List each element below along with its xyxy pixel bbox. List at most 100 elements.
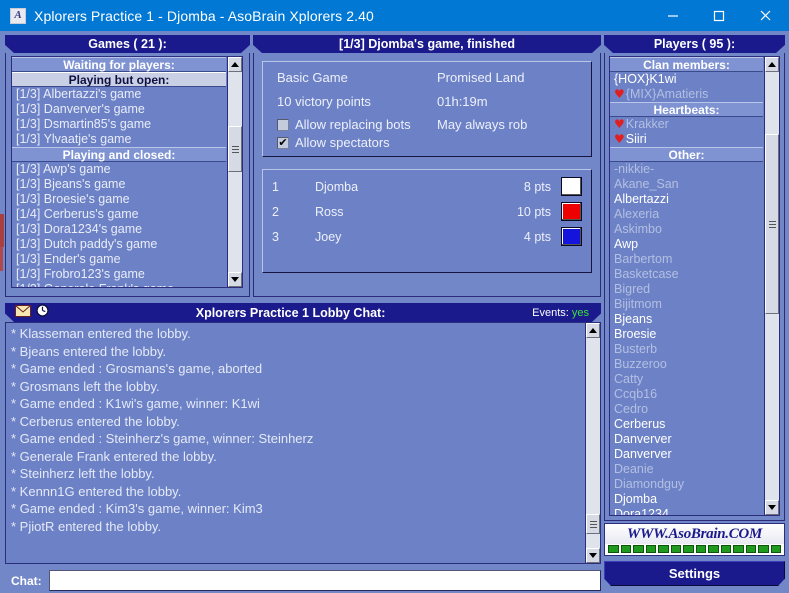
player-list-item[interactable]: Danverver bbox=[610, 432, 763, 447]
chat-events-status[interactable]: Events: yes bbox=[532, 307, 589, 319]
player-list-item[interactable]: Busterb bbox=[610, 342, 763, 357]
chat-line: * Generale Frank entered the lobby. bbox=[11, 448, 217, 464]
player-list-item[interactable]: Bjeans bbox=[610, 312, 763, 327]
players-scroll-track[interactable] bbox=[765, 72, 779, 500]
player-list-item[interactable]: Catty bbox=[610, 372, 763, 387]
player-name: Deanie bbox=[614, 462, 654, 476]
player-name: Catty bbox=[614, 372, 644, 386]
scroll-down-icon[interactable] bbox=[228, 272, 242, 287]
game-list-item[interactable]: [1/3] Bjeans's game bbox=[12, 177, 226, 192]
games-section-header[interactable]: Playing but open: bbox=[12, 72, 226, 87]
game-list-item[interactable]: [1/3] Albertazzi's game bbox=[12, 87, 226, 102]
game-rob-rule: May always rob bbox=[437, 117, 528, 132]
scroll-down-icon[interactable] bbox=[586, 548, 600, 563]
game-list-item[interactable]: [1/3] Awp's game bbox=[12, 162, 226, 177]
player-name: Akane_San bbox=[614, 177, 679, 191]
games-scrollbar[interactable] bbox=[227, 57, 242, 287]
player-list-item[interactable]: Broesie bbox=[610, 327, 763, 342]
player-list-item[interactable]: Dora1234 bbox=[610, 507, 763, 516]
player-list-item[interactable]: Ccqb16 bbox=[610, 387, 763, 402]
game-list-item[interactable]: [1/3] Frobro123's game bbox=[12, 267, 226, 282]
player-name: Dora1234 bbox=[614, 507, 669, 516]
chat-line: * Game ended : Steinherz's game, winner:… bbox=[11, 431, 314, 446]
chat-scrollbar[interactable] bbox=[585, 323, 600, 563]
allow-replacing-bots-checkbox[interactable] bbox=[277, 118, 289, 131]
player-list-item[interactable]: Bigred bbox=[610, 282, 763, 297]
player-list-item[interactable]: Alexeria bbox=[610, 207, 763, 222]
game-info-box: Basic Game Promised Land 10 victory poin… bbox=[262, 61, 592, 157]
scroll-down-icon[interactable] bbox=[765, 500, 779, 515]
game-list-item[interactable]: [1/3] Dsmartin85's game bbox=[12, 117, 226, 132]
logo-dash bbox=[658, 545, 669, 553]
player-list-item[interactable]: Diamondguy bbox=[610, 477, 763, 492]
envelope-icon[interactable] bbox=[15, 304, 31, 322]
player-list-item[interactable]: Danverver bbox=[610, 447, 763, 462]
player-list-item[interactable]: Cedro bbox=[610, 402, 763, 417]
player-list-item[interactable]: Djomba bbox=[610, 492, 763, 507]
game-list-item[interactable]: [1/3] Dora1234's game bbox=[12, 222, 226, 237]
settings-button[interactable]: Settings bbox=[604, 561, 785, 586]
player-list-item[interactable]: Barbertom bbox=[610, 252, 763, 267]
chat-line: * Cerberus entered the lobby. bbox=[11, 413, 180, 429]
player-list-item[interactable]: ♥Siiri bbox=[610, 132, 763, 147]
chat-line: * Grosmans left the lobby. bbox=[11, 378, 160, 394]
chat-line: * Game ended : Grosmans's game, aborted bbox=[11, 361, 263, 376]
score-player-name: Djomba bbox=[315, 179, 359, 194]
games-listbox[interactable]: Waiting for players: Playing but open: [1/… bbox=[11, 56, 243, 288]
game-duration: 01h:19m bbox=[437, 94, 488, 109]
game-list-item[interactable]: [1/3] Ender's game bbox=[12, 252, 226, 267]
chat-line: * Klasseman entered the lobby. bbox=[11, 326, 191, 341]
clock-icon[interactable] bbox=[36, 304, 49, 322]
players-section-header: Clan members: bbox=[610, 57, 763, 72]
player-name: Krakker bbox=[625, 117, 669, 131]
chat-scroll-track[interactable] bbox=[586, 338, 600, 548]
games-scroll-track[interactable] bbox=[228, 72, 242, 272]
minimize-button[interactable] bbox=[650, 0, 696, 31]
players-scrollbar[interactable] bbox=[764, 57, 779, 515]
game-scores-box: 1 Djomba 8 pts 2 Ross 10 pts 3 Joey 4 pts bbox=[262, 169, 592, 273]
player-list-item[interactable]: ♥{MIX}Amatieris bbox=[610, 87, 763, 102]
allow-spectators-checkbox[interactable]: ✔ bbox=[277, 136, 289, 149]
close-button[interactable] bbox=[742, 0, 788, 31]
player-name: Ccqb16 bbox=[614, 387, 658, 401]
players-scroll-thumb[interactable] bbox=[765, 134, 779, 314]
logo-dash bbox=[758, 545, 769, 553]
window-title: Xplorers Practice 1 - Djomba - AsoBrain … bbox=[34, 7, 374, 24]
chat-input-bar: Chat: bbox=[5, 568, 601, 593]
player-list-item[interactable]: Basketcase bbox=[610, 267, 763, 282]
player-list-item[interactable]: Deanie bbox=[610, 462, 763, 477]
player-name: Cedro bbox=[614, 402, 649, 416]
players-panel: Players ( 95 ): Clan members: {HOX}K1wi ♥{… bbox=[604, 35, 785, 521]
scroll-up-icon[interactable] bbox=[586, 323, 600, 338]
players-listbox[interactable]: Clan members: {HOX}K1wi ♥{MIX}Amatieris Hea… bbox=[609, 56, 780, 516]
player-list-item[interactable]: Albertazzi bbox=[610, 192, 763, 207]
scroll-up-icon[interactable] bbox=[765, 57, 779, 72]
chat-scroll-thumb[interactable] bbox=[586, 514, 600, 534]
player-name: Djomba bbox=[614, 492, 658, 506]
player-list-item[interactable]: Awp bbox=[610, 237, 763, 252]
games-section-header[interactable]: Waiting for players: bbox=[12, 57, 226, 72]
player-list-item[interactable]: Askimbo bbox=[610, 222, 763, 237]
game-list-item[interactable]: [1/4] Cerberus's game bbox=[12, 207, 226, 222]
player-list-item[interactable]: Akane_San bbox=[610, 177, 763, 192]
score-rank: 2 bbox=[272, 204, 279, 219]
game-list-item[interactable]: [1/3] Generale Frank's game bbox=[12, 282, 226, 287]
allow-spectators-label: Allow spectators bbox=[295, 135, 390, 150]
player-list-item[interactable]: Cerberus bbox=[610, 417, 763, 432]
player-list-item[interactable]: ♥Krakker bbox=[610, 117, 763, 132]
game-list-item[interactable]: [1/3] Broesie's game bbox=[12, 192, 226, 207]
player-list-item[interactable]: {HOX}K1wi bbox=[610, 72, 763, 87]
game-list-item[interactable]: [1/3] Ylvaatje's game bbox=[12, 132, 226, 147]
chat-input[interactable] bbox=[49, 570, 601, 591]
maximize-button[interactable] bbox=[696, 0, 742, 31]
player-list-item[interactable]: Bijitmom bbox=[610, 297, 763, 312]
chat-log[interactable]: * Klasseman entered the lobby. * Bjeans e… bbox=[5, 322, 601, 564]
chat-events-label: Events: bbox=[532, 306, 569, 319]
scroll-up-icon[interactable] bbox=[228, 57, 242, 72]
game-list-item[interactable]: [1/3] Dutch paddy's game bbox=[12, 237, 226, 252]
games-scroll-thumb[interactable] bbox=[228, 126, 242, 172]
player-list-item[interactable]: Buzzeroo bbox=[610, 357, 763, 372]
games-section-header[interactable]: Playing and closed: bbox=[12, 147, 226, 162]
game-list-item[interactable]: [1/3] Danverver's game bbox=[12, 102, 226, 117]
player-list-item[interactable]: -nikkie- bbox=[610, 162, 763, 177]
